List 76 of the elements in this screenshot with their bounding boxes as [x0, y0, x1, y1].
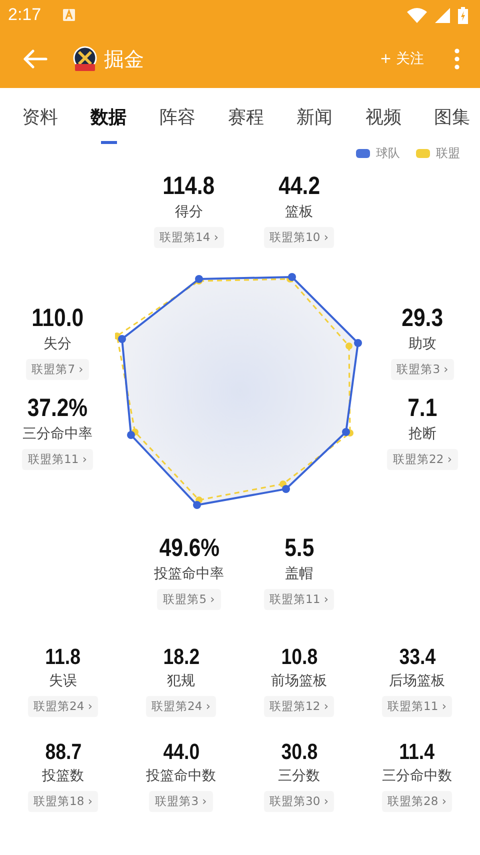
status-time: 2:17	[8, 5, 42, 25]
wifi-icon	[407, 8, 427, 22]
league-rank-link[interactable]: 联盟第11 ›	[22, 449, 93, 470]
team-point	[127, 431, 135, 439]
stat-label: 投篮数	[42, 767, 84, 785]
tab[interactable]: 资料	[20, 88, 60, 146]
league-rank-link[interactable]: 联盟第24 ›	[146, 696, 216, 717]
league-rank-link[interactable]: 联盟第3 ›	[390, 359, 454, 380]
follow-button[interactable]: + 关注	[380, 50, 424, 68]
league-rank-link[interactable]: 联盟第28 ›	[382, 791, 452, 812]
team-point	[354, 339, 362, 347]
league-rank-link[interactable]: 联盟第10 ›	[264, 227, 334, 248]
team-point	[282, 485, 290, 493]
league-rank-link[interactable]: 联盟第7 ›	[26, 359, 90, 380]
league-rank-link[interactable]: 联盟第11 ›	[264, 589, 334, 610]
battery-icon	[458, 6, 468, 24]
back-arrow-icon[interactable]	[22, 49, 48, 69]
stat-label: 得分	[175, 203, 203, 221]
stat-value: 30.8	[280, 739, 318, 765]
stat-label: 失分	[44, 335, 72, 353]
tab[interactable]: 阵容	[157, 88, 198, 146]
team-point	[288, 273, 296, 281]
tab[interactable]: 赛程	[226, 88, 266, 146]
team-point	[195, 275, 203, 283]
signal-icon	[435, 8, 450, 22]
stat-value: 29.3	[402, 304, 444, 333]
team-point	[342, 428, 350, 436]
league-rank-link[interactable]: 联盟第14 ›	[154, 227, 224, 248]
league-rank-link[interactable]: 联盟第5 ›	[157, 589, 221, 610]
stat-label: 篮板	[285, 203, 313, 221]
league-point	[346, 342, 352, 350]
tab[interactable]: 新闻	[294, 88, 335, 146]
league-rank-link[interactable]: 联盟第3 ›	[149, 791, 213, 812]
stat-value: 7.1	[408, 394, 438, 423]
stat-label: 后场篮板	[389, 672, 445, 690]
team-name-title: 掘金	[104, 46, 144, 72]
league-rank-link[interactable]: 联盟第24 ›	[28, 696, 98, 717]
league-rank-link[interactable]: 联盟第11 ›	[382, 696, 452, 717]
legend-label: 联盟	[436, 144, 460, 162]
stat-label: 助攻	[408, 335, 436, 353]
team-point	[193, 501, 201, 509]
league-rank-link[interactable]: 联盟第18 ›	[28, 791, 98, 812]
stat-label: 三分数	[278, 767, 320, 785]
stat-value: 37.2%	[27, 394, 88, 423]
stat-label: 三分命中数	[382, 767, 452, 785]
notification-icon	[63, 9, 76, 21]
stat-value: 10.8	[280, 644, 318, 670]
stat-value: 44.2	[278, 172, 320, 201]
tab[interactable]: 视频	[363, 88, 404, 146]
stat-value: 88.7	[44, 739, 82, 765]
stat-value: 110.0	[32, 304, 84, 333]
stat-value: 5.5	[284, 534, 314, 563]
league-point	[115, 332, 120, 340]
stat-label: 投篮命中数	[146, 767, 216, 785]
league-rank-link[interactable]: 联盟第12 ›	[264, 696, 334, 717]
stat-value: 49.6%	[158, 534, 220, 563]
league-rank-link[interactable]: 联盟第22 ›	[387, 449, 458, 470]
stat-label: 失误	[49, 672, 77, 690]
tab[interactable]: 图集	[432, 88, 472, 146]
legend-label: 球队	[376, 144, 400, 162]
team-logo-icon	[72, 46, 98, 72]
team-point	[118, 335, 126, 343]
stat-value: 44.0	[162, 739, 200, 765]
stat-label: 三分命中率	[22, 425, 92, 443]
stat-value: 18.2	[162, 644, 200, 670]
stat-label: 投篮命中率	[154, 565, 224, 583]
stat-label: 前场篮板	[271, 672, 327, 690]
league-rank-link[interactable]: 联盟第30 ›	[264, 791, 334, 812]
stat-label: 抢断	[408, 425, 436, 443]
stat-label: 犯规	[167, 672, 195, 690]
stat-value: 114.8	[163, 172, 215, 201]
stat-label: 盖帽	[285, 565, 313, 583]
stat-value: 33.4	[398, 644, 436, 670]
stat-value: 11.4	[399, 739, 435, 765]
stat-value: 11.8	[45, 644, 81, 670]
more-options-icon[interactable]	[454, 48, 460, 70]
